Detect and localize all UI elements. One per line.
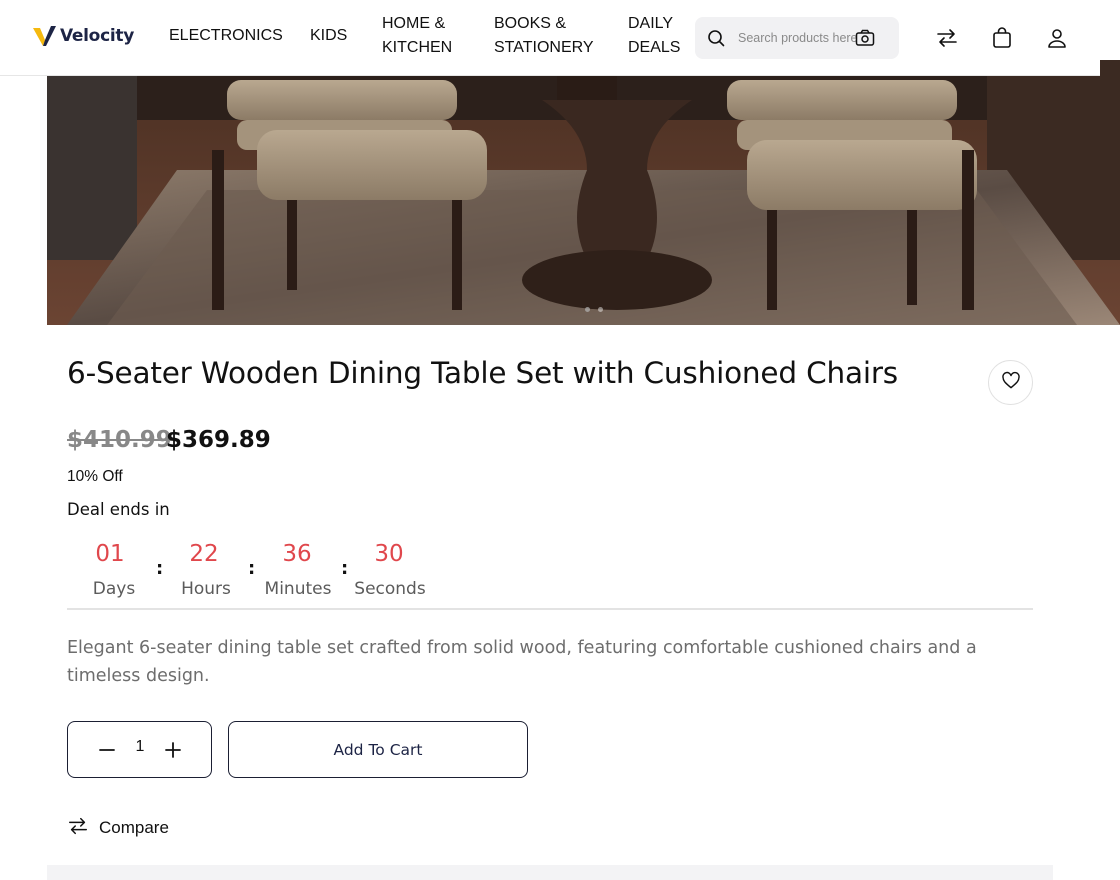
countdown-seconds-value: 30: [374, 541, 404, 567]
nav-electronics[interactable]: ELECTRONICS: [169, 24, 283, 48]
carousel-dots: [585, 307, 603, 312]
next-section-band: [47, 865, 1053, 880]
compare-arrows-icon: [67, 815, 89, 841]
site-header: Velocity ELECTRONICS KIDS HOME & KITCHEN…: [0, 0, 1100, 76]
countdown-separator: :: [156, 558, 164, 579]
wishlist-button[interactable]: [988, 360, 1033, 405]
camera-search-icon[interactable]: [855, 29, 875, 51]
countdown-hours-label: Hours: [181, 579, 231, 599]
carousel-dot-1[interactable]: [585, 307, 590, 312]
search-icon[interactable]: [707, 29, 725, 51]
dining-set-photo: [47, 60, 1120, 325]
compare-arrows-icon[interactable]: [935, 26, 959, 50]
quantity-increase-button[interactable]: [162, 739, 184, 761]
compare-link[interactable]: Compare: [67, 815, 169, 841]
nav-daily-deals[interactable]: DAILY DEALS: [628, 12, 680, 60]
product-description: Elegant 6-seater dining table set crafte…: [67, 638, 977, 686]
nav-kids[interactable]: KIDS: [310, 24, 347, 48]
heart-icon: [1001, 371, 1021, 394]
countdown-separator: :: [341, 558, 349, 579]
product-title: 6-Seater Wooden Dining Table Set with Cu…: [67, 356, 898, 390]
countdown-minutes-label: Minutes: [264, 579, 332, 599]
brand-name: Velocity: [60, 26, 134, 46]
discount-badge: 10% Off: [67, 468, 123, 485]
countdown-days-label: Days: [92, 579, 136, 599]
countdown-hours-value: 22: [189, 541, 219, 567]
brand-logo[interactable]: Velocity: [32, 24, 134, 48]
velocity-logo-icon: [32, 24, 56, 48]
compare-label: Compare: [99, 818, 169, 837]
quantity-input[interactable]: [125, 738, 155, 756]
countdown-minutes-value: 36: [282, 541, 312, 567]
shopping-bag-icon[interactable]: [990, 26, 1014, 50]
countdown-days-value: 01: [95, 541, 125, 567]
original-price: $410.99: [67, 427, 172, 453]
carousel-dot-2[interactable]: [598, 307, 603, 312]
user-icon[interactable]: [1045, 26, 1069, 50]
search-bar: [695, 17, 899, 59]
add-to-cart-button[interactable]: Add To Cart: [228, 721, 528, 778]
search-input[interactable]: [738, 28, 858, 48]
countdown-separator: :: [248, 558, 256, 579]
quantity-stepper: [67, 721, 212, 778]
nav-books-stationery[interactable]: BOOKS & STATIONERY: [494, 12, 594, 60]
countdown-seconds-label: Seconds: [354, 579, 426, 599]
section-divider: [67, 608, 1033, 610]
nav-home-kitchen[interactable]: HOME & KITCHEN: [382, 12, 452, 60]
deal-ends-label: Deal ends in: [67, 500, 170, 519]
sale-price: $369.89: [166, 427, 271, 453]
quantity-decrease-button[interactable]: [96, 739, 118, 761]
product-image[interactable]: [47, 60, 1120, 325]
